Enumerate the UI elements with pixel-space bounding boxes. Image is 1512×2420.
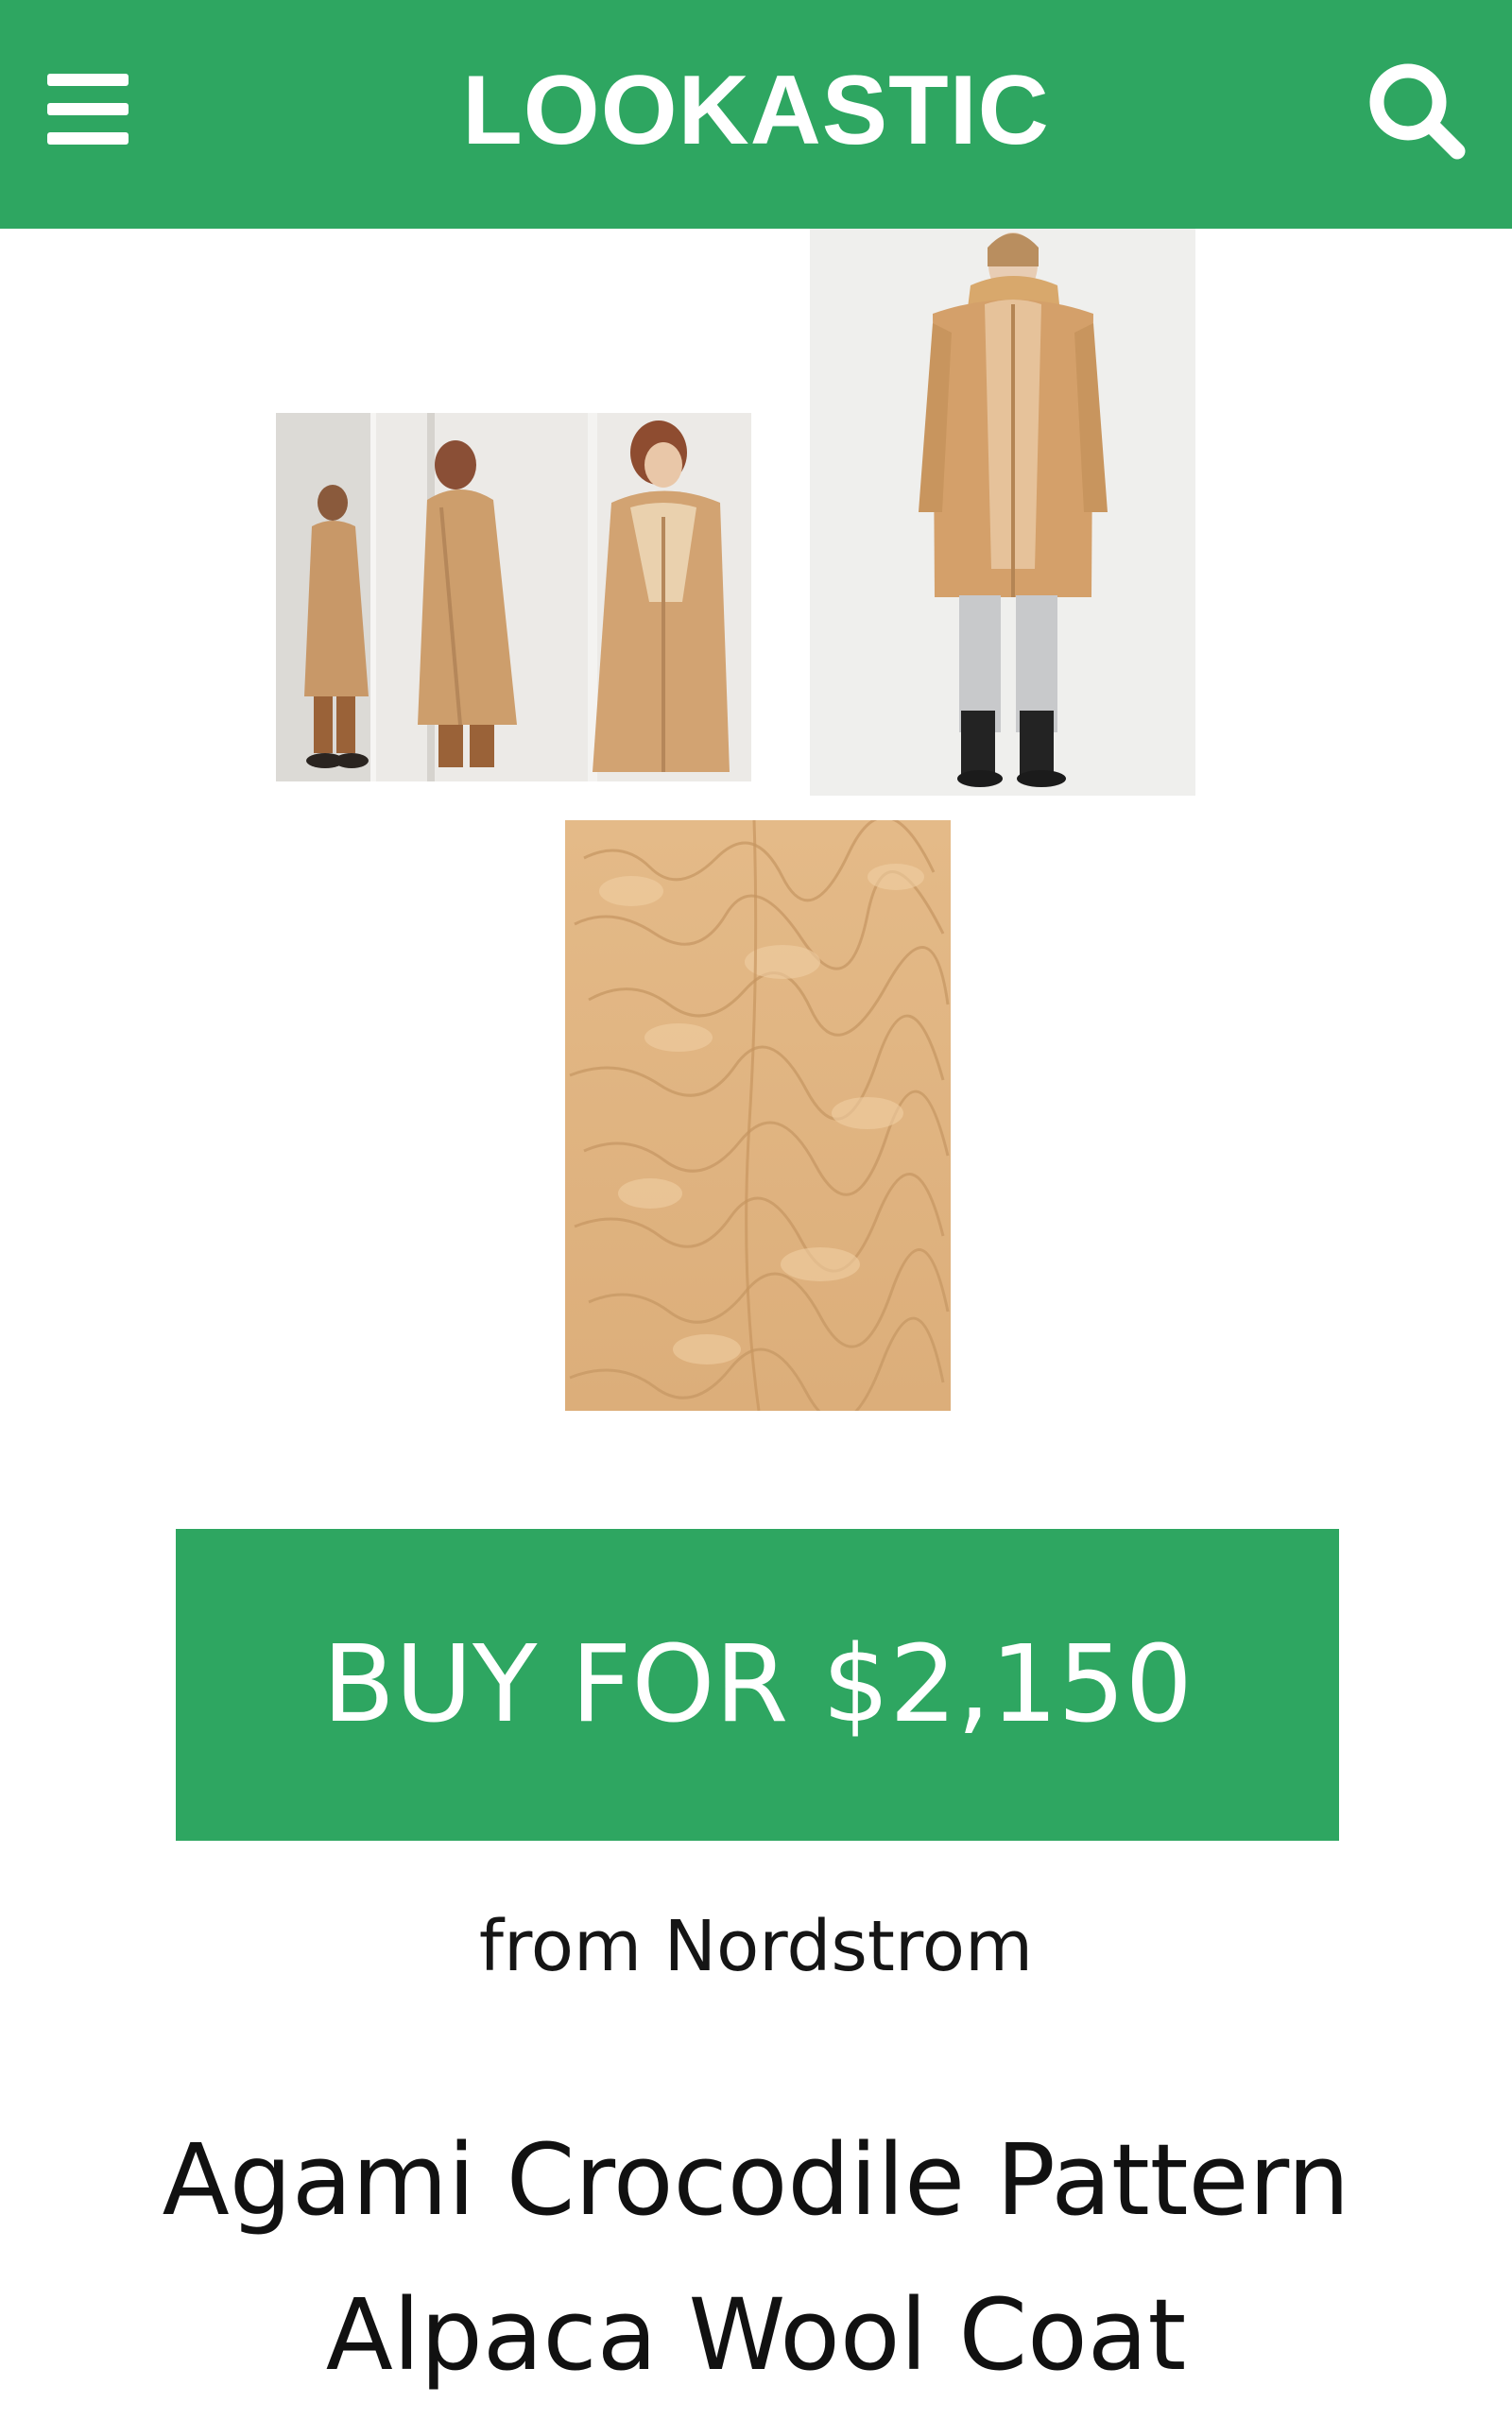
product-title: Agami Crocodile Pattern Alpaca Wool Coat bbox=[162, 2122, 1350, 2393]
top-header: LOOKASTIC bbox=[0, 0, 1512, 229]
search-icon bbox=[1369, 63, 1466, 160]
model-front-view-photo[interactable] bbox=[810, 229, 1195, 796]
site-logo[interactable]: LOOKASTIC bbox=[0, 49, 1512, 172]
retailer-text: from Nordstrom bbox=[478, 1906, 1034, 1987]
search-button[interactable] bbox=[1357, 53, 1480, 166]
lookbook-three-poses-photo[interactable] bbox=[276, 413, 751, 781]
fabric-texture-closeup-photo[interactable] bbox=[565, 820, 951, 1411]
buy-button[interactable]: BUY FOR $2,150 bbox=[176, 1529, 1339, 1841]
